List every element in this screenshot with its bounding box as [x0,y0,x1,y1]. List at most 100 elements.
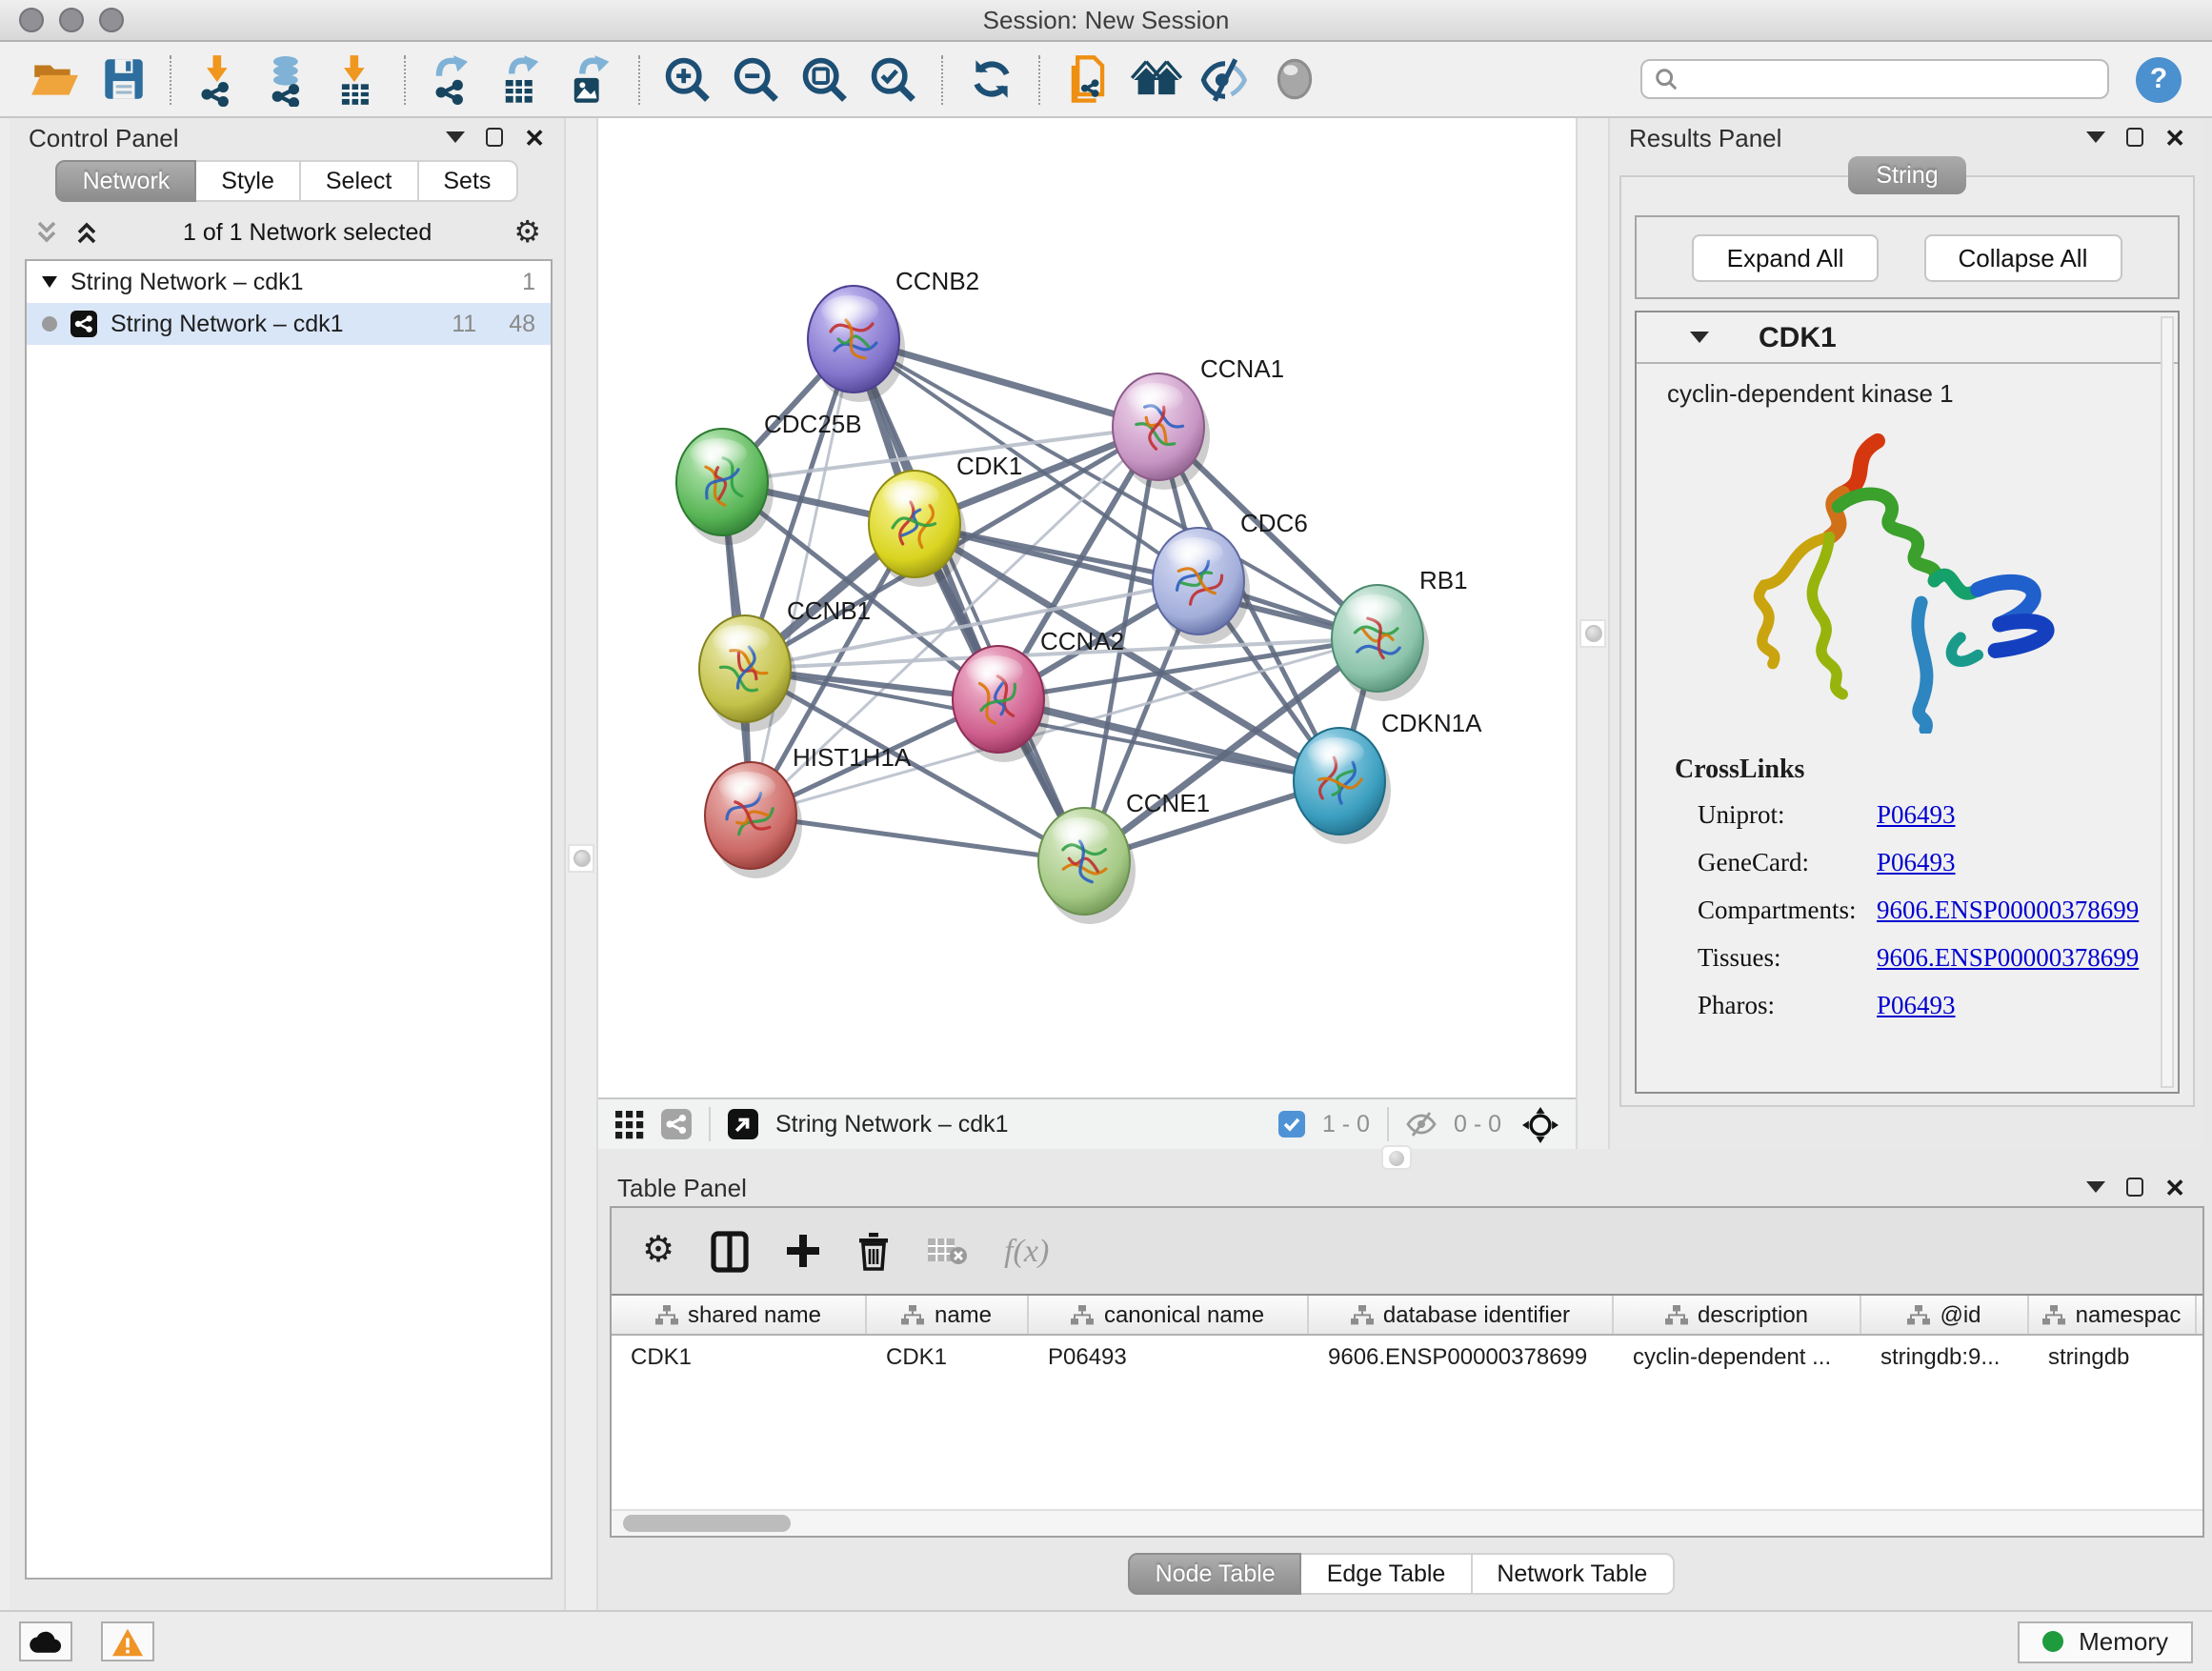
close-window-button[interactable] [19,8,44,32]
table-options-gear-icon[interactable]: ⚙ [642,1233,674,1269]
tab-style[interactable]: Style [196,160,301,202]
save-session-icon[interactable] [93,50,151,108]
column-header-@id[interactable]: @id [1861,1296,2029,1334]
tab-edge-table[interactable]: Edge Table [1302,1553,1473,1595]
selected-nodes-checkbox-icon[interactable] [1278,1111,1305,1137]
network-node-CCNB2[interactable]: CCNB2 [808,267,979,402]
results-scrollbar[interactable] [2161,316,2174,1088]
table-cell[interactable]: CDK1 [612,1336,867,1376]
column-header-canonical-name[interactable]: canonical name [1029,1296,1309,1334]
refresh-icon[interactable] [962,50,1019,108]
search-input[interactable] [1686,64,2096,94]
help-icon[interactable]: ? [2136,56,2182,102]
table-horizontal-scrollbar[interactable] [612,1509,2202,1536]
network-graph[interactable]: CCNB2CCNA1CDC25BCDK1CDC6RB1CCNB1CCNA2CDK… [598,118,1576,1097]
houses-icon[interactable] [1128,50,1185,108]
open-session-icon[interactable] [25,50,82,108]
network-canvas[interactable]: CCNB2CCNA1CDC25BCDK1CDC6RB1CCNB1CCNA2CDK… [598,118,1576,1097]
panel-menu-icon[interactable] [2086,131,2105,143]
crosslink-link[interactable]: P06493 [1877,991,1956,1021]
table-cell[interactable]: CDK1 [867,1336,1029,1376]
detach-view-icon[interactable] [728,1109,758,1139]
birdseye-crosshair-icon[interactable] [1522,1106,1558,1142]
network-node-CDC6[interactable]: CDC6 [1153,509,1308,644]
crosslink-link[interactable]: P06493 [1877,848,1956,878]
column-header-database-identifier[interactable]: database identifier [1309,1296,1614,1334]
table-row[interactable]: CDK1CDK1P064939606.ENSP00000378699cyclin… [612,1336,2202,1376]
crosslink-link[interactable]: 9606.ENSP00000378699 [1877,896,2139,926]
expand-all-chevron-icon[interactable] [72,219,101,246]
import-network-file-icon[interactable] [191,50,248,108]
horizontal-splitter-handle[interactable] [1381,1145,1412,1170]
hidden-elements-icon[interactable] [1406,1111,1437,1137]
tab-select[interactable]: Select [301,160,419,202]
create-column-icon[interactable] [785,1233,821,1269]
collapse-all-chevron-icon[interactable] [32,219,61,246]
delete-table-icon[interactable] [926,1235,968,1267]
tab-node-table[interactable]: Node Table [1129,1553,1302,1595]
network-collection-row[interactable]: String Network – cdk1 1 [27,261,551,303]
import-table-file-icon[interactable] [328,50,385,108]
network-node-RB1[interactable]: RB1 [1332,566,1468,701]
collapse-all-button[interactable]: Collapse All [1924,233,2122,281]
left-splitter[interactable] [564,118,598,1610]
cloud-status-box[interactable] [19,1621,72,1661]
tab-string[interactable]: String [1847,156,1966,194]
left-splitter-handle[interactable] [568,844,594,873]
hide-graphics-details-icon[interactable] [1196,50,1254,108]
tab-network[interactable]: Network [56,160,197,202]
panel-float-icon[interactable] [486,128,503,147]
network-options-gear-icon[interactable]: ⚙ [513,217,541,248]
delete-column-trash-icon[interactable] [857,1231,890,1271]
collection-expand-icon[interactable] [42,276,57,288]
network-row[interactable]: String Network – cdk1 11 48 [27,303,551,345]
eye-icon[interactable] [1265,50,1322,108]
export-table-icon[interactable] [493,50,551,108]
crosslink-link[interactable]: P06493 [1877,800,1956,831]
show-columns-icon[interactable] [711,1230,749,1272]
network-node-CDC25B[interactable]: CDC25B [676,410,862,545]
table-cell[interactable]: stringdb:9... [1861,1336,2029,1376]
zoom-selected-icon[interactable] [865,50,922,108]
horizontal-splitter[interactable] [598,1149,2204,1168]
zoom-in-icon[interactable] [659,50,716,108]
warning-status-box[interactable] [101,1621,154,1661]
entry-header[interactable]: CDK1 [1637,312,2178,364]
memory-button[interactable]: Memory [2018,1621,2193,1662]
panel-close-icon[interactable]: ✕ [524,125,545,150]
panel-close-icon[interactable]: ✕ [2164,1175,2185,1199]
panel-float-icon[interactable] [2126,1178,2143,1197]
edge-CCNB2-CCNE1[interactable] [854,339,1084,861]
panel-menu-icon[interactable] [2086,1181,2105,1193]
network-node-CDKN1A[interactable]: CDKN1A [1294,709,1482,844]
table-cell[interactable]: 9606.ENSP00000378699 [1309,1336,1614,1376]
tab-sets[interactable]: Sets [418,160,517,202]
expand-all-button[interactable]: Expand All [1693,233,1879,281]
column-header-namespac[interactable]: namespac [2029,1296,2197,1334]
grid-view-icon[interactable] [615,1110,644,1138]
column-header-name[interactable]: name [867,1296,1029,1334]
import-network-database-icon[interactable] [259,50,316,108]
column-header-shared-name[interactable]: shared name [612,1296,867,1334]
table-cell[interactable]: stringdb [2029,1336,2197,1376]
network-view-share-icon[interactable] [661,1109,692,1139]
crosslink-link[interactable]: 9606.ENSP00000378699 [1877,943,2139,974]
export-image-icon[interactable] [562,50,619,108]
right-splitter-handle[interactable] [1579,619,1606,648]
network-node-CCNE1[interactable]: CCNE1 [1038,789,1210,924]
network-node-HIST1H1A[interactable]: HIST1H1A [705,743,912,878]
tab-network-table[interactable]: Network Table [1472,1553,1674,1595]
maximize-window-button[interactable] [99,8,124,32]
network-node-CCNA1[interactable]: CCNA1 [1113,354,1284,490]
duplicate-network-pages-icon[interactable] [1059,50,1116,108]
panel-menu-icon[interactable] [446,131,465,143]
table-cell[interactable]: cyclin-dependent ... [1614,1336,1861,1376]
minimize-window-button[interactable] [59,8,84,32]
export-network-icon[interactable] [425,50,482,108]
right-splitter[interactable] [1576,118,1610,1149]
scrollbar-thumb[interactable] [623,1515,791,1532]
function-builder-icon[interactable]: f(x) [1004,1232,1049,1270]
column-header-description[interactable]: description [1614,1296,1861,1334]
entry-collapse-icon[interactable] [1690,332,1709,343]
table-cell[interactable]: P06493 [1029,1336,1309,1376]
